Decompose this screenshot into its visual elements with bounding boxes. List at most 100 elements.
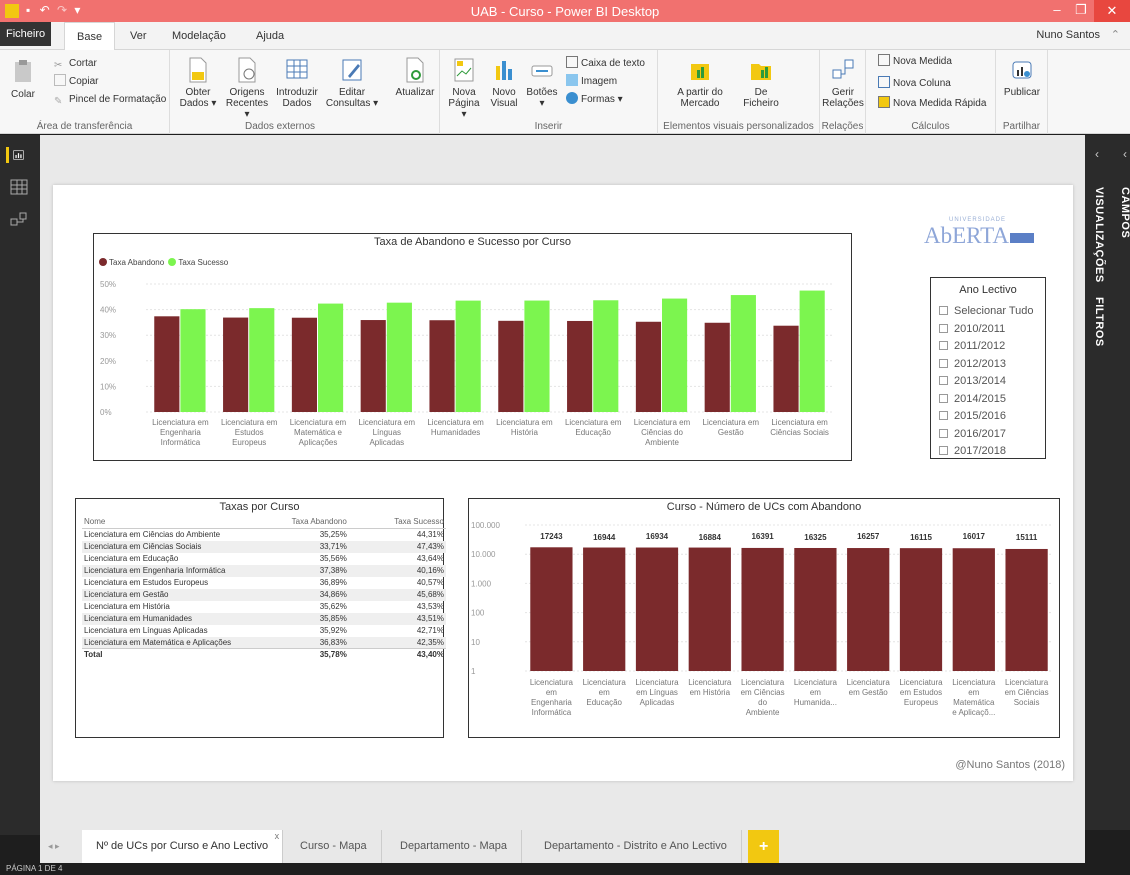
x-category-label-line: do bbox=[758, 698, 767, 707]
image-button[interactable]: Imagem bbox=[566, 74, 617, 90]
page-tab-department-map[interactable]: Departamento - Mapa bbox=[386, 830, 522, 863]
checkbox[interactable] bbox=[939, 341, 948, 350]
cut-button[interactable]: ✂ Cortar bbox=[54, 56, 97, 72]
x-category-label-line: Europeus bbox=[232, 438, 266, 447]
tab-view[interactable]: Ver bbox=[118, 22, 159, 50]
checkbox[interactable] bbox=[939, 323, 948, 333]
slicer-select-all[interactable]: Selecionar Tudo bbox=[939, 302, 1034, 320]
table-row[interactable]: Licenciatura em História 35,62% 43,53% bbox=[82, 601, 446, 613]
format-painter-button[interactable]: ✎ Pincel de Formatação bbox=[54, 92, 166, 108]
slicer-item[interactable]: 2010/2011 bbox=[939, 320, 1005, 338]
table-row[interactable]: Licenciatura em Humanidades 35,85% 43,51% bbox=[82, 612, 446, 625]
tab-home[interactable]: Base bbox=[64, 22, 116, 50]
refresh-button[interactable]: Atualizar bbox=[394, 56, 436, 98]
page-nav-arrows[interactable]: ◂ ▸ bbox=[48, 841, 60, 852]
checkbox[interactable] bbox=[939, 358, 948, 368]
insert-label: Inserir bbox=[534, 121, 563, 132]
visualizations-pane-label[interactable]: VISUALIZAÇÕES bbox=[1093, 187, 1105, 283]
page-tab-course-map[interactable]: Curso - Mapa bbox=[286, 830, 382, 863]
slicer-item-label: 2011/2012 bbox=[954, 340, 1006, 352]
enter-data-button[interactable]: Introduzir Dados bbox=[274, 56, 320, 109]
page-tab-department-district[interactable]: Departamento - Distrito e Ano Lectivo bbox=[530, 830, 742, 863]
user-name[interactable]: Nuno Santos bbox=[1036, 29, 1100, 41]
cell-abandon-rate: 35,62% bbox=[319, 602, 347, 611]
tab-modeling[interactable]: Modelação bbox=[160, 22, 238, 50]
slicer-item[interactable]: 2011/2012 bbox=[939, 337, 1005, 355]
buttons-button[interactable]: Botões ▾ bbox=[524, 56, 560, 109]
slicer-item[interactable]: 2015/2016 bbox=[939, 407, 1006, 425]
checkbox[interactable] bbox=[939, 306, 948, 315]
report-view-icon[interactable] bbox=[6, 147, 24, 163]
collapse-ribbon-icon[interactable]: ⌃ bbox=[1111, 28, 1120, 41]
fields-pane-label[interactable]: CAMPOS bbox=[1119, 187, 1130, 238]
page-tab-ucs-by-course[interactable]: Nº de UCs por Curso e Ano Lectivo x bbox=[82, 830, 284, 863]
table-row[interactable]: Licenciatura em Ciências Sociais 33,71% 47… bbox=[82, 540, 446, 553]
status-bar: PÁGINA 1 DE 4 bbox=[0, 863, 1130, 875]
checkbox[interactable] bbox=[939, 446, 948, 455]
data-view-icon[interactable] bbox=[10, 179, 28, 195]
checkbox[interactable] bbox=[939, 393, 948, 403]
text-box-button[interactable]: Caixa de texto bbox=[566, 56, 645, 72]
x-category-label-line: Licenciatura bbox=[741, 678, 785, 687]
cell-name: Licenciatura em Humanidades bbox=[82, 612, 242, 625]
table-row[interactable]: Licenciatura em Gestão 34,86% 45,68% bbox=[82, 588, 446, 601]
marketplace-button[interactable]: A partir do Mercado bbox=[672, 56, 728, 109]
paste-button[interactable]: Colar bbox=[6, 58, 40, 100]
new-page-button[interactable]: Nova Página ▾ bbox=[446, 56, 482, 120]
close-tab-icon[interactable]: x bbox=[275, 820, 280, 853]
bar-abandon-ucs bbox=[794, 547, 837, 671]
edit-queries-icon bbox=[342, 59, 362, 81]
checkbox[interactable] bbox=[939, 428, 948, 438]
slicer-item[interactable]: 2013/2014 bbox=[939, 372, 1006, 390]
copy-button[interactable]: Copiar bbox=[54, 74, 98, 90]
report-page: Taxa de Abandono e Sucesso por Curso Tax… bbox=[53, 185, 1073, 781]
table-row[interactable]: Licenciatura em Estudos Europeus 36,89% 40… bbox=[82, 577, 446, 589]
abandon-success-chart[interactable]: Taxa de Abandono e Sucesso por Curso Tax… bbox=[93, 233, 852, 461]
recent-sources-button[interactable]: Origens Recentes ▾ bbox=[222, 56, 272, 120]
academic-year-slicer[interactable]: Ano Lectivo Selecionar Tudo 2010/2011 2011… bbox=[930, 277, 1046, 459]
insert-group: Nova Página ▾ Novo Visual Botões ▾ Caixa de… bbox=[440, 50, 658, 134]
external-data-group: Obter Dados ▾ Origens Recentes ▾ Introduzi… bbox=[170, 50, 390, 134]
abandon-ucs-chart[interactable]: Curso - Número de UCs com Abandono 1 10 10… bbox=[468, 498, 1060, 738]
new-measure-button[interactable]: Nova Medida bbox=[878, 54, 952, 70]
manage-relationships-button[interactable]: Gerir Relações bbox=[822, 56, 864, 109]
close-button[interactable]: ✕ bbox=[1094, 0, 1130, 22]
slicer-item[interactable]: 2012/2013 bbox=[939, 355, 1006, 373]
slicer-item[interactable]: 2017/2018 bbox=[939, 442, 1006, 460]
new-column-button[interactable]: Nova Coluna bbox=[878, 76, 951, 92]
from-file-button[interactable]: De Ficheiro bbox=[736, 56, 786, 109]
slicer-item[interactable]: 2016/2017 bbox=[939, 425, 1006, 443]
model-view-icon[interactable] bbox=[10, 211, 28, 227]
tab-help[interactable]: Ajuda bbox=[244, 22, 296, 50]
column-header-name[interactable]: Nome bbox=[82, 515, 242, 529]
new-visual-button[interactable]: Novo Visual bbox=[486, 56, 522, 109]
table-row[interactable]: Licenciatura em Engenharia Informática 37… bbox=[82, 564, 446, 577]
y-tick-label: 30% bbox=[100, 331, 116, 340]
table-row[interactable]: Licenciatura em Matemática e Aplicações 3… bbox=[82, 636, 446, 649]
restore-button[interactable]: ❐ bbox=[1070, 2, 1092, 18]
data-label: 16017 bbox=[963, 532, 986, 541]
table-total-row[interactable]: Total 35,78% 43,40% bbox=[82, 648, 446, 661]
publish-button[interactable]: Publicar bbox=[1000, 56, 1044, 98]
quick-measure-button[interactable]: Nova Medida Rápida bbox=[878, 96, 986, 112]
get-data-button[interactable]: Obter Dados ▾ bbox=[176, 56, 220, 109]
column-header-success[interactable]: Taxa Sucesso bbox=[348, 515, 446, 529]
collapse-fields-icon[interactable]: ‹ bbox=[1123, 147, 1127, 161]
rates-table[interactable]: Taxas por Curso Nome Taxa Abandono Taxa … bbox=[75, 498, 446, 738]
table-row[interactable]: Licenciatura em Educação 35,56% 43,64% bbox=[82, 553, 446, 565]
x-category-label-line: em bbox=[810, 688, 821, 697]
filters-pane-label[interactable]: FILTROS bbox=[1093, 297, 1105, 347]
collapse-visualizations-icon[interactable]: ‹ bbox=[1095, 147, 1099, 161]
edit-queries-button[interactable]: Editar Consultas ▾ bbox=[324, 56, 380, 109]
slicer-item[interactable]: 2014/2015 bbox=[939, 390, 1006, 408]
tab-file[interactable]: Ficheiro bbox=[0, 22, 52, 46]
add-page-button[interactable]: + bbox=[748, 830, 780, 863]
custom-visuals-label: Elementos visuais personalizados bbox=[663, 121, 814, 132]
shapes-button[interactable]: Formas ▾ bbox=[566, 92, 623, 108]
minimize-button[interactable]: – bbox=[1046, 2, 1068, 17]
table-row[interactable]: Licenciatura em Línguas Aplicadas 35,92% 4… bbox=[82, 625, 446, 637]
checkbox[interactable] bbox=[939, 376, 948, 385]
checkbox[interactable] bbox=[939, 411, 948, 420]
column-header-abandon[interactable]: Taxa Abandono bbox=[242, 515, 349, 529]
table-row[interactable]: Licenciatura em Ciências do Ambiente 35,2… bbox=[82, 529, 446, 541]
